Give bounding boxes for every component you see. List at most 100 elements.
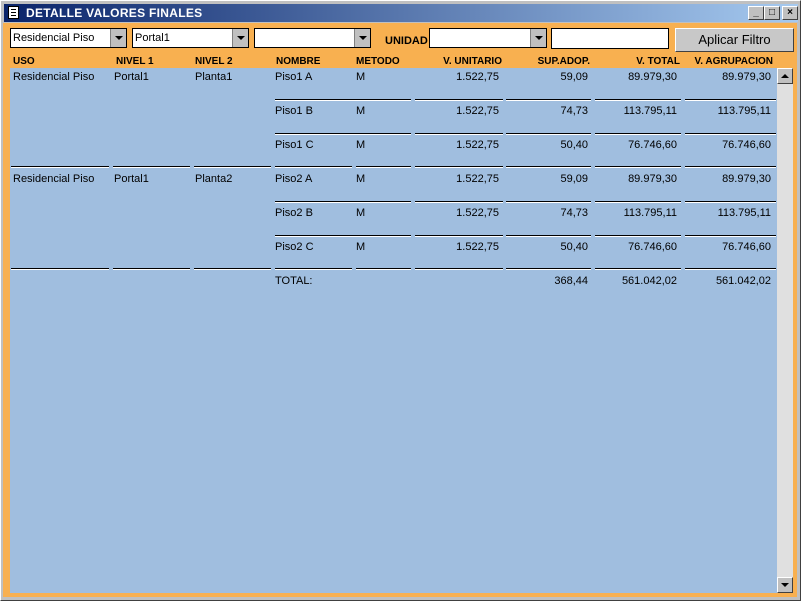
col-header-nombre: NOMBRE bbox=[276, 56, 321, 67]
cell-v-agrupacion: 113.795,11 bbox=[717, 207, 771, 219]
group-divider bbox=[113, 268, 190, 270]
cell-sup-adop: 59,09 bbox=[560, 173, 588, 185]
cell-v-unitario: 1.522,75 bbox=[456, 71, 499, 83]
maximize-button[interactable]: □ bbox=[764, 6, 780, 20]
row-divider bbox=[415, 201, 503, 203]
window-title: DETALLE VALORES FINALES bbox=[26, 6, 203, 20]
close-icon: × bbox=[787, 7, 793, 18]
cell-v-total: 89.979,30 bbox=[628, 173, 677, 185]
col-header-v-unitario: V. UNITARIO bbox=[443, 56, 502, 67]
scroll-up-button[interactable] bbox=[777, 68, 793, 84]
row-divider bbox=[685, 99, 776, 101]
col-header-nivel2: NIVEL 2 bbox=[195, 56, 233, 67]
filter-text-input[interactable] bbox=[551, 28, 669, 49]
group-divider bbox=[415, 268, 503, 270]
cell-nombre: Piso1 B bbox=[275, 105, 313, 117]
col-header-uso: USO bbox=[13, 56, 35, 67]
chevron-down-icon[interactable] bbox=[110, 29, 126, 47]
group-divider bbox=[11, 268, 109, 270]
cell-metodo: M bbox=[356, 173, 366, 185]
col-header-v-agrupacion: V. AGRUPACION bbox=[694, 56, 773, 67]
cell-v-unitario: 1.522,75 bbox=[456, 105, 499, 117]
nivel2-select[interactable] bbox=[254, 28, 371, 48]
group-divider bbox=[194, 268, 271, 270]
cell-metodo: M bbox=[356, 139, 366, 151]
table-icon bbox=[8, 6, 19, 19]
row-divider bbox=[685, 235, 776, 237]
table-row[interactable]: Residencial Piso Portal1 Planta1 Piso1 A… bbox=[10, 68, 777, 102]
cell-nombre: Piso2 C bbox=[275, 241, 314, 253]
total-sup-adop: 368,44 bbox=[554, 275, 588, 287]
cell-v-total: 89.979,30 bbox=[628, 71, 677, 83]
cell-v-agrupacion: 76.746,60 bbox=[722, 241, 771, 253]
row-divider bbox=[685, 201, 776, 203]
group-divider bbox=[275, 268, 352, 270]
group-divider bbox=[275, 166, 352, 168]
unidad-select[interactable] bbox=[429, 28, 547, 48]
col-header-sup-adop: SUP.ADOP. bbox=[537, 56, 590, 67]
nivel1-select[interactable]: Portal1 bbox=[132, 28, 249, 48]
vertical-scrollbar[interactable] bbox=[777, 68, 793, 593]
cell-metodo: M bbox=[356, 241, 366, 253]
cell-nombre: Piso2 B bbox=[275, 207, 313, 219]
cell-v-agrupacion: 89.979,30 bbox=[722, 71, 771, 83]
cell-nivel1: Portal1 bbox=[114, 71, 149, 83]
row-divider bbox=[506, 133, 591, 135]
table-row[interactable]: Piso2 C M 1.522,75 50,40 76.746,60 76.74… bbox=[10, 238, 777, 272]
cell-nivel1: Portal1 bbox=[114, 173, 149, 185]
group-divider bbox=[506, 268, 591, 270]
chevron-down-icon[interactable] bbox=[232, 29, 248, 47]
group-divider bbox=[356, 268, 411, 270]
group-divider bbox=[595, 268, 681, 270]
chevron-down-icon[interactable] bbox=[354, 29, 370, 47]
cell-metodo: M bbox=[356, 207, 366, 219]
row-divider bbox=[415, 99, 503, 101]
cell-v-total: 113.795,11 bbox=[623, 207, 677, 219]
cell-v-agrupacion: 76.746,60 bbox=[722, 139, 771, 151]
group-divider bbox=[194, 166, 271, 168]
row-divider bbox=[506, 235, 591, 237]
total-v-total: 561.042,02 bbox=[621, 275, 677, 287]
row-divider bbox=[595, 99, 681, 101]
close-button[interactable]: × bbox=[782, 6, 798, 20]
cell-uso: Residencial Piso bbox=[13, 71, 95, 83]
cell-sup-adop: 59,09 bbox=[560, 71, 588, 83]
cell-uso: Residencial Piso bbox=[13, 173, 95, 185]
cell-v-unitario: 1.522,75 bbox=[456, 173, 499, 185]
minimize-button[interactable]: _ bbox=[748, 6, 764, 20]
group-divider bbox=[356, 166, 411, 168]
row-divider bbox=[595, 133, 681, 135]
cell-v-agrupacion: 89.979,30 bbox=[722, 173, 771, 185]
group-divider bbox=[11, 166, 109, 168]
chevron-down-icon[interactable] bbox=[530, 29, 546, 47]
row-divider bbox=[415, 133, 503, 135]
uso-select[interactable]: Residencial Piso bbox=[10, 28, 127, 48]
group-divider bbox=[415, 166, 503, 168]
title-bar[interactable]: DETALLE VALORES FINALES _ □ × bbox=[4, 4, 798, 22]
cell-v-total: 76.746,60 bbox=[628, 241, 677, 253]
col-header-v-total: V. TOTAL bbox=[636, 56, 680, 67]
cell-v-total: 113.795,11 bbox=[623, 105, 677, 117]
cell-v-unitario: 1.522,75 bbox=[456, 207, 499, 219]
table-row[interactable]: Piso1 B M 1.522,75 74,73 113.795,11 113.… bbox=[10, 102, 777, 136]
cell-nombre: Piso1 A bbox=[275, 71, 313, 83]
cell-v-unitario: 1.522,75 bbox=[456, 139, 499, 151]
uso-select-value: Residencial Piso bbox=[13, 32, 95, 44]
row-divider bbox=[595, 235, 681, 237]
row-divider bbox=[275, 133, 411, 135]
unidad-label: UNIDAD bbox=[385, 35, 428, 47]
scroll-down-button[interactable] bbox=[777, 577, 793, 593]
column-headers: USO NIVEL 1 NIVEL 2 NOMBRE METODO V. UNI… bbox=[0, 56, 800, 68]
table-row[interactable]: Piso2 B M 1.522,75 74,73 113.795,11 113.… bbox=[10, 204, 777, 238]
apply-filter-button[interactable]: Aplicar Filtro bbox=[675, 28, 794, 52]
cell-sup-adop: 74,73 bbox=[560, 207, 588, 219]
cell-sup-adop: 50,40 bbox=[560, 241, 588, 253]
table-row[interactable]: Piso1 C M 1.522,75 50,40 76.746,60 76.74… bbox=[10, 136, 777, 170]
values-grid: Residencial Piso Portal1 Planta1 Piso1 A… bbox=[10, 68, 777, 593]
minimize-icon: _ bbox=[753, 7, 759, 18]
group-divider bbox=[113, 166, 190, 168]
table-row[interactable]: Residencial Piso Portal1 Planta2 Piso2 A… bbox=[10, 170, 777, 204]
cell-v-agrupacion: 113.795,11 bbox=[717, 105, 771, 117]
row-divider bbox=[275, 201, 411, 203]
total-row: TOTAL: 368,44 561.042,02 561.042,02 bbox=[10, 272, 777, 306]
